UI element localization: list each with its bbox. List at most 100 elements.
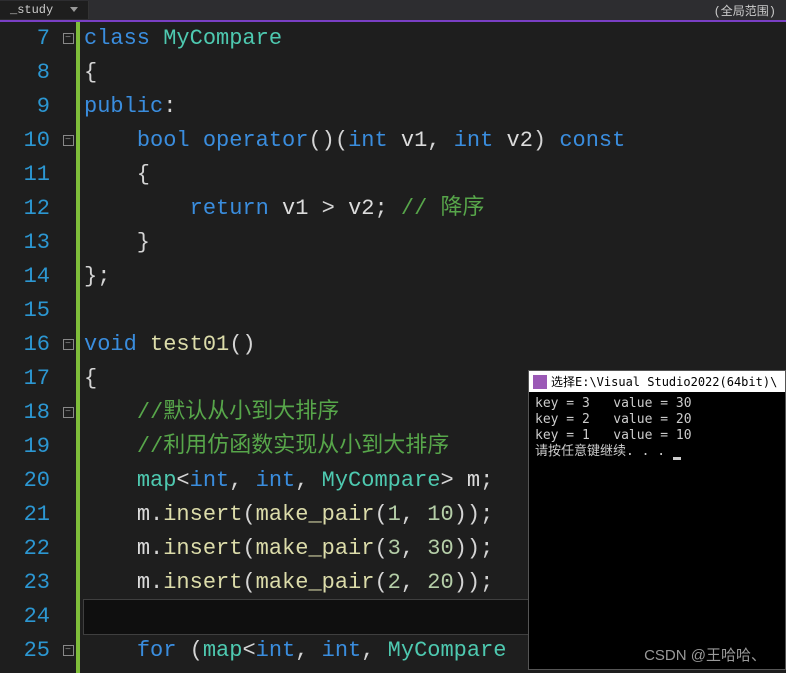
fold-toggle-icon[interactable]: − — [63, 33, 74, 44]
line-number: 9 — [0, 90, 50, 124]
code-token — [84, 434, 137, 459]
line-number: 20 — [0, 464, 50, 498]
code-token: // 降序 — [401, 196, 485, 221]
code-token: int — [256, 638, 296, 663]
fold-column[interactable]: − − − − − — [60, 22, 76, 673]
code-token: )); — [454, 570, 494, 595]
line-number: 24 — [0, 600, 50, 634]
console-output: key = 3 value = 30key = 2 value = 20key … — [529, 392, 785, 464]
line-number: 15 — [0, 294, 50, 328]
code-token: ( — [374, 536, 387, 561]
code-token: , — [401, 502, 427, 527]
code-token: ( — [242, 570, 255, 595]
code-line[interactable]: return v1 > v2; // 降序 — [84, 192, 786, 226]
code-token: ( — [374, 502, 387, 527]
code-token — [84, 536, 137, 561]
code-token: ; — [374, 196, 400, 221]
code-token: 3 — [388, 536, 401, 561]
line-number: 16 — [0, 328, 50, 362]
code-token: . — [150, 502, 163, 527]
code-token: const — [559, 128, 625, 153]
tab-label: _study — [10, 3, 53, 17]
code-token: ; — [480, 468, 493, 493]
code-token: 2 — [388, 570, 401, 595]
code-token: ( — [242, 536, 255, 561]
code-token: v1 — [282, 196, 322, 221]
code-token: > — [440, 468, 466, 493]
code-token: int — [256, 468, 296, 493]
code-token: )); — [454, 536, 494, 561]
code-token: , — [401, 570, 427, 595]
code-line[interactable]: public: — [84, 90, 786, 124]
line-number: 25 — [0, 634, 50, 668]
console-line: 请按任意键继续. . . — [535, 444, 779, 460]
code-token: ()( — [308, 128, 348, 153]
code-token: m — [467, 468, 480, 493]
code-token: } — [84, 230, 150, 255]
code-token: 1 — [388, 502, 401, 527]
console-titlebar[interactable]: 选择E:\Visual Studio2022(64bit)\ — [529, 371, 785, 392]
code-token: ( — [242, 502, 255, 527]
code-token: int — [322, 638, 362, 663]
code-token: < — [242, 638, 255, 663]
code-line[interactable]: void test01() — [84, 328, 786, 362]
code-token: int — [454, 128, 507, 153]
code-line[interactable]: }; — [84, 260, 786, 294]
scope-dropdown[interactable]: (全局范围) — [704, 0, 786, 21]
code-token: , — [229, 468, 255, 493]
code-line[interactable]: } — [84, 226, 786, 260]
code-token: MyCompare — [388, 638, 507, 663]
fold-toggle-icon[interactable]: − — [63, 135, 74, 146]
code-token — [84, 570, 137, 595]
line-number: 19 — [0, 430, 50, 464]
code-line[interactable]: bool operator()(int v1, int v2) const — [84, 124, 786, 158]
code-token: insert — [163, 502, 242, 527]
code-token: v2 — [348, 196, 374, 221]
code-line[interactable]: { — [84, 56, 786, 90]
code-token: 10 — [427, 502, 453, 527]
code-token: MyCompare — [322, 468, 441, 493]
console-window[interactable]: 选择E:\Visual Studio2022(64bit)\ key = 3 v… — [528, 370, 786, 670]
line-number-gutter: 78910111213141516171819202122232425 — [0, 22, 60, 673]
code-line[interactable]: { — [84, 158, 786, 192]
line-number: 13 — [0, 226, 50, 260]
code-token: insert — [163, 570, 242, 595]
line-number: 8 — [0, 56, 50, 90]
code-token: . — [150, 570, 163, 595]
code-token: , — [295, 468, 321, 493]
line-number: 12 — [0, 192, 50, 226]
code-token: , — [361, 638, 387, 663]
line-number: 11 — [0, 158, 50, 192]
watermark: CSDN @王哈哈、 — [644, 644, 766, 665]
code-token: > — [322, 196, 348, 221]
code-token: ( — [374, 570, 387, 595]
fold-toggle-icon[interactable]: − — [63, 407, 74, 418]
code-line[interactable] — [84, 294, 786, 328]
line-number: 7 — [0, 22, 50, 56]
code-token: ) — [533, 128, 559, 153]
code-token: 30 — [427, 536, 453, 561]
tab-dropdown-icon[interactable] — [70, 7, 78, 12]
file-tab[interactable]: _study — [0, 1, 89, 19]
code-token — [84, 502, 137, 527]
code-token: insert — [163, 536, 242, 561]
code-token — [84, 638, 137, 663]
code-token: , — [295, 638, 321, 663]
code-token: class — [84, 26, 163, 51]
line-number: 17 — [0, 362, 50, 396]
code-token: map — [137, 468, 177, 493]
fold-toggle-icon[interactable]: − — [63, 339, 74, 350]
code-token: MyCompare — [163, 26, 282, 51]
code-token: )); — [454, 502, 494, 527]
fold-toggle-icon[interactable]: − — [63, 645, 74, 656]
code-token: < — [176, 468, 189, 493]
code-token: ( — [190, 638, 203, 663]
code-token: bool — [137, 128, 203, 153]
code-token: { — [84, 60, 97, 85]
code-token: : — [163, 94, 176, 119]
code-line[interactable]: class MyCompare — [84, 22, 786, 56]
code-token: m — [137, 570, 150, 595]
top-bar: _study (全局范围) — [0, 0, 786, 22]
code-token: operator — [203, 128, 309, 153]
line-number: 21 — [0, 498, 50, 532]
